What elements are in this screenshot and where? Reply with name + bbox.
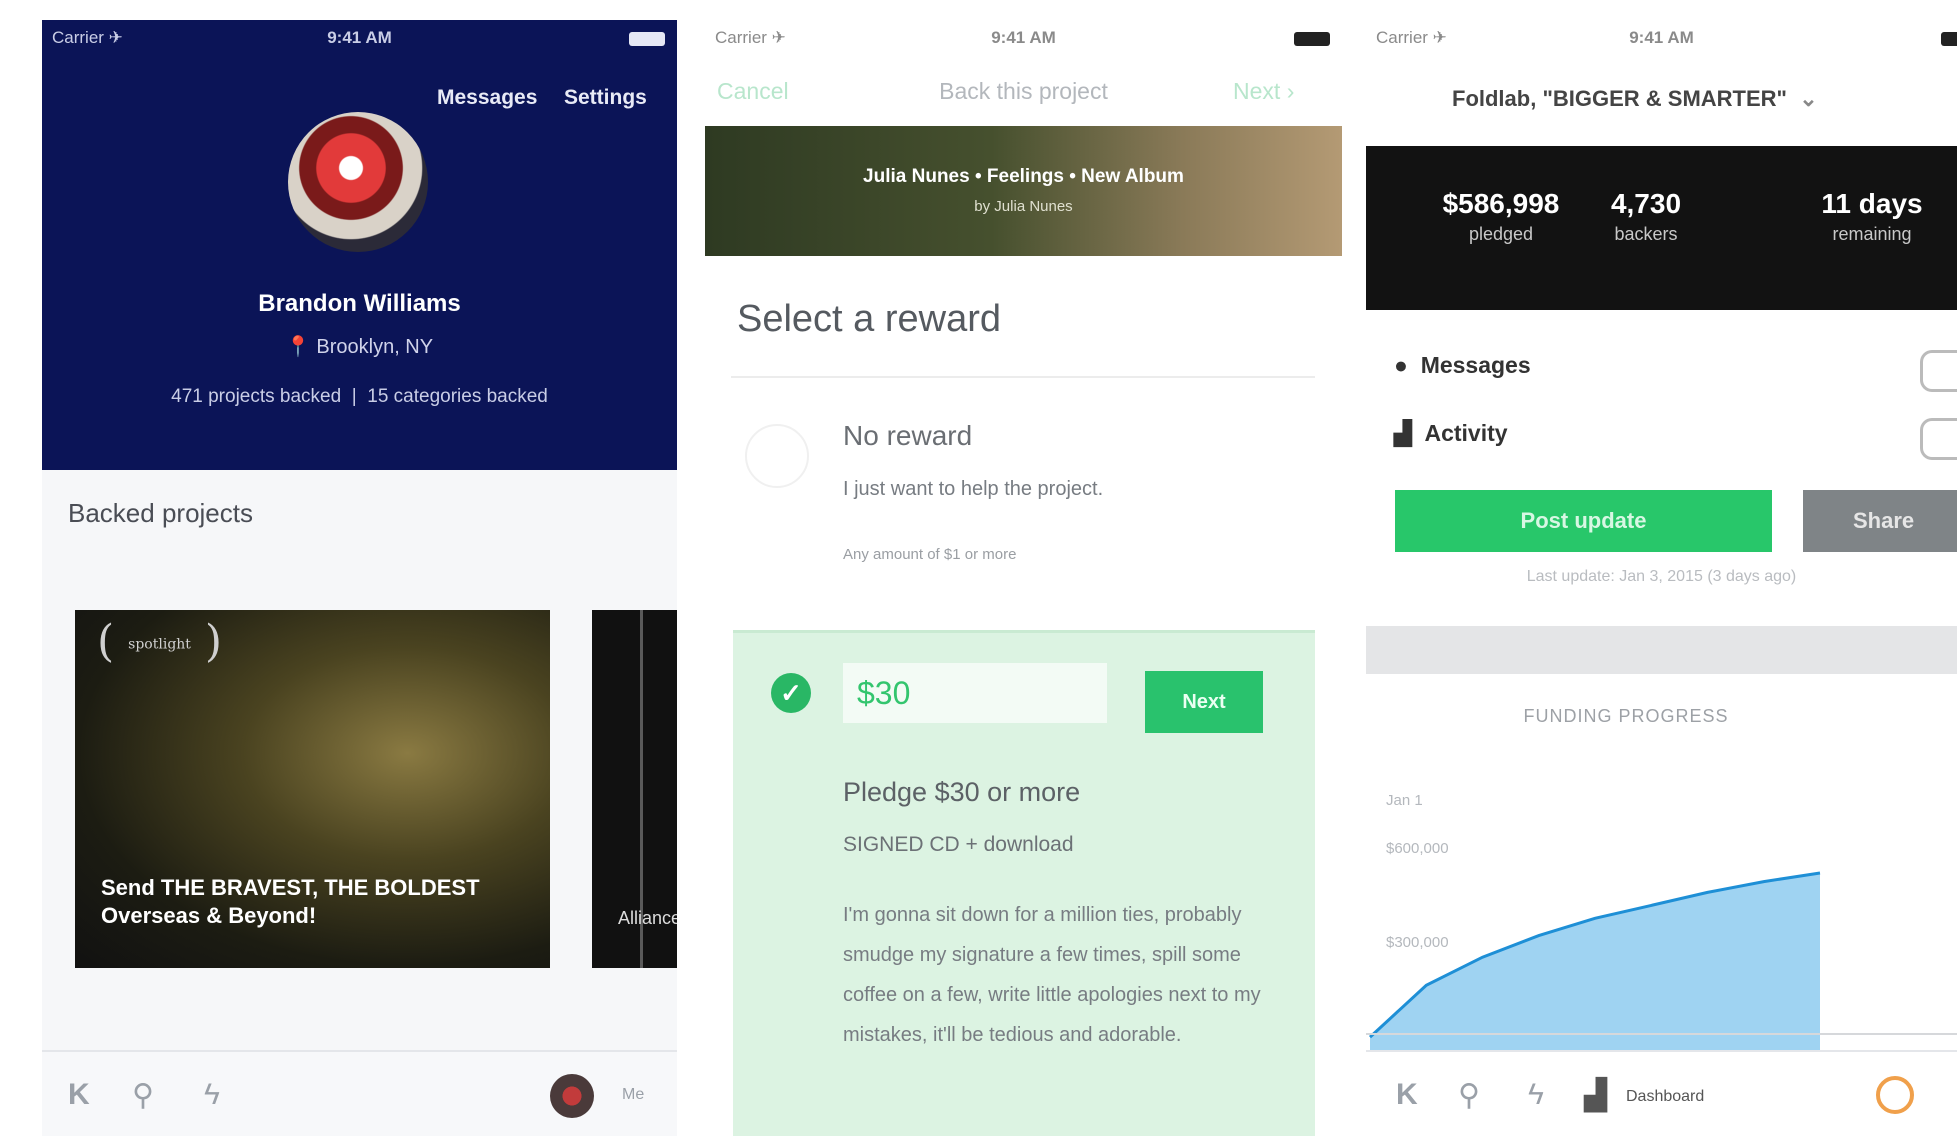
project-title: Foldlab, "BIGGER & SMARTER" <box>1452 86 1787 111</box>
section-title: Backed projects <box>68 498 253 528</box>
next-button[interactable]: Next <box>1145 671 1263 733</box>
card-brand-logo: ( spotlight ) <box>97 616 223 667</box>
clock: 9:41 AM <box>991 28 1056 47</box>
dashboard-screen: Carrier ✈ 9:41 AM Foldlab, "BIGGER & SMA… <box>1366 20 1957 1136</box>
tab-me-label[interactable]: Me <box>622 1086 644 1104</box>
reward-description: I'm gonna sit down for a million ties, p… <box>843 904 1261 1046</box>
kickstarter-k-icon[interactable]: K <box>1396 1078 1418 1112</box>
stat-label: backers <box>1614 224 1678 244</box>
next-nav-button[interactable]: Next › <box>1233 78 1294 105</box>
post-update-button[interactable]: Post update <box>1395 490 1772 552</box>
last-update-text: Last update: Jan 3, 2015 (3 days ago) <box>1526 568 1797 585</box>
project-card[interactable]: ( spotlight ) Send THE BRAVEST, THE BOLD… <box>75 610 550 968</box>
stat-remaining: 11 days remaining <box>1802 188 1942 245</box>
stat-label: pledged <box>1468 224 1534 244</box>
tab-dashboard-label[interactable]: Dashboard <box>1626 1088 1704 1106</box>
battery-icon <box>1941 32 1957 46</box>
card-title: Send THE BRAVEST, THE BOLDEST Overseas &… <box>101 875 480 928</box>
stat-pledged: $586,998 pledged <box>1426 188 1576 245</box>
stats-separator: | <box>346 386 362 407</box>
messages-count-badge <box>1920 350 1957 392</box>
categories-backed-count: 15 categories backed <box>367 386 548 407</box>
reward-subtitle: SIGNED CD + download <box>843 833 1074 856</box>
battery-icon <box>629 32 665 46</box>
lightning-icon[interactable]: ϟ <box>1528 1078 1544 1112</box>
stat-value: 4,730 <box>1610 188 1682 219</box>
funding-chart <box>1366 871 1957 1076</box>
search-icon[interactable]: ⚲ <box>132 1078 154 1113</box>
location-pin-icon: 📍 <box>285 336 311 358</box>
selected-reward[interactable]: ✓ $30 Next Pledge $30 or more SIGNED CD … <box>733 630 1315 1136</box>
messages-row[interactable]: ● Messages <box>1394 352 1531 379</box>
no-reward-title: No reward <box>843 420 973 451</box>
status-bar: Carrier ✈ 9:41 AM <box>1366 20 1957 56</box>
avatar <box>288 112 428 252</box>
checkmark-icon: ✓ <box>771 673 811 713</box>
status-bar: Carrier ✈ 9:41 AM <box>42 20 677 56</box>
messages-link[interactable]: Messages <box>437 86 537 110</box>
chevron-right-icon: › <box>1286 78 1295 104</box>
chart-area <box>1370 873 1820 1076</box>
clock: 9:41 AM <box>327 28 392 47</box>
project-card[interactable]: Alliance <box>592 610 677 968</box>
banner-title: Julia Nunes • Feelings • New Album <box>863 166 1184 187</box>
chart-title: FUNDING PROGRESS <box>1523 706 1729 726</box>
profile-badge-icon[interactable] <box>1876 1076 1914 1114</box>
divider <box>731 376 1315 378</box>
radio-unselected-icon[interactable] <box>745 424 809 488</box>
no-reward-note: Any amount of $1 or more <box>843 546 1017 563</box>
avatar[interactable] <box>550 1074 594 1118</box>
battery-icon <box>1294 32 1330 46</box>
reward-title: Pledge $30 or more <box>843 777 1081 807</box>
profile-screen: Carrier ✈ 9:41 AM Messages Settings Bran… <box>42 20 677 1136</box>
search-icon[interactable]: ⚲ <box>1458 1078 1480 1113</box>
stat-backers: 4,730 backers <box>1586 188 1706 245</box>
chevron-down-icon: ⌄ <box>1793 86 1818 111</box>
settings-link[interactable]: Settings <box>564 86 647 110</box>
tab-bar: K ⚲ ϟ ▟ Dashboard <box>1366 1050 1957 1136</box>
pledge-amount-input[interactable]: $30 <box>843 663 1107 723</box>
activity-row[interactable]: ▟ Activity <box>1394 420 1508 447</box>
kickstarter-k-icon[interactable]: K <box>68 1078 90 1112</box>
section-separator <box>1366 626 1957 674</box>
messages-label: Messages <box>1420 352 1531 378</box>
profile-location: 📍 Brooklyn, NY <box>42 334 677 359</box>
profile-name: Brandon Williams <box>258 290 461 317</box>
x-start-label: Jan 1 <box>1386 792 1423 809</box>
activity-label: Activity <box>1424 420 1508 446</box>
clock: 9:41 AM <box>1629 28 1694 47</box>
chat-icon: ● <box>1394 352 1408 378</box>
project-banner: Julia Nunes • Feelings • New Album by Ju… <box>705 126 1342 256</box>
lightning-icon[interactable]: ϟ <box>204 1078 220 1112</box>
projects-backed-count: 471 projects backed <box>171 386 342 407</box>
activity-icon: ▟ <box>1394 420 1412 446</box>
stat-value: 11 days <box>1821 188 1923 219</box>
share-button[interactable]: Share <box>1803 490 1957 552</box>
no-reward-desc: I just want to help the project. <box>843 478 1104 500</box>
project-selector[interactable]: Foldlab, "BIGGER & SMARTER" ⌄ <box>1452 86 1818 112</box>
tab-bar: K ⚲ ϟ Me <box>42 1050 677 1136</box>
stat-label: remaining <box>1832 224 1912 244</box>
banner-subtitle: by Julia Nunes <box>974 198 1073 215</box>
activity-count-badge <box>1920 418 1957 460</box>
status-bar: Carrier ✈ 9:41 AM <box>705 20 1342 56</box>
location-text: Brooklyn, NY <box>316 336 434 358</box>
profile-header: Carrier ✈ 9:41 AM Messages Settings Bran… <box>42 20 677 470</box>
stat-value: $586,998 <box>1442 188 1560 219</box>
card-title: Alliance <box>618 908 677 928</box>
page-title: Select a reward <box>737 298 1002 340</box>
pledge-screen: Carrier ✈ 9:41 AM Cancel Back this proje… <box>705 20 1342 1136</box>
dashboard-icon[interactable]: ▟ <box>1584 1078 1607 1113</box>
profile-stats: 471 projects backed | 15 categories back… <box>42 386 677 408</box>
stats-panel: $586,998 pledged 4,730 backers 11 days r… <box>1366 146 1957 310</box>
